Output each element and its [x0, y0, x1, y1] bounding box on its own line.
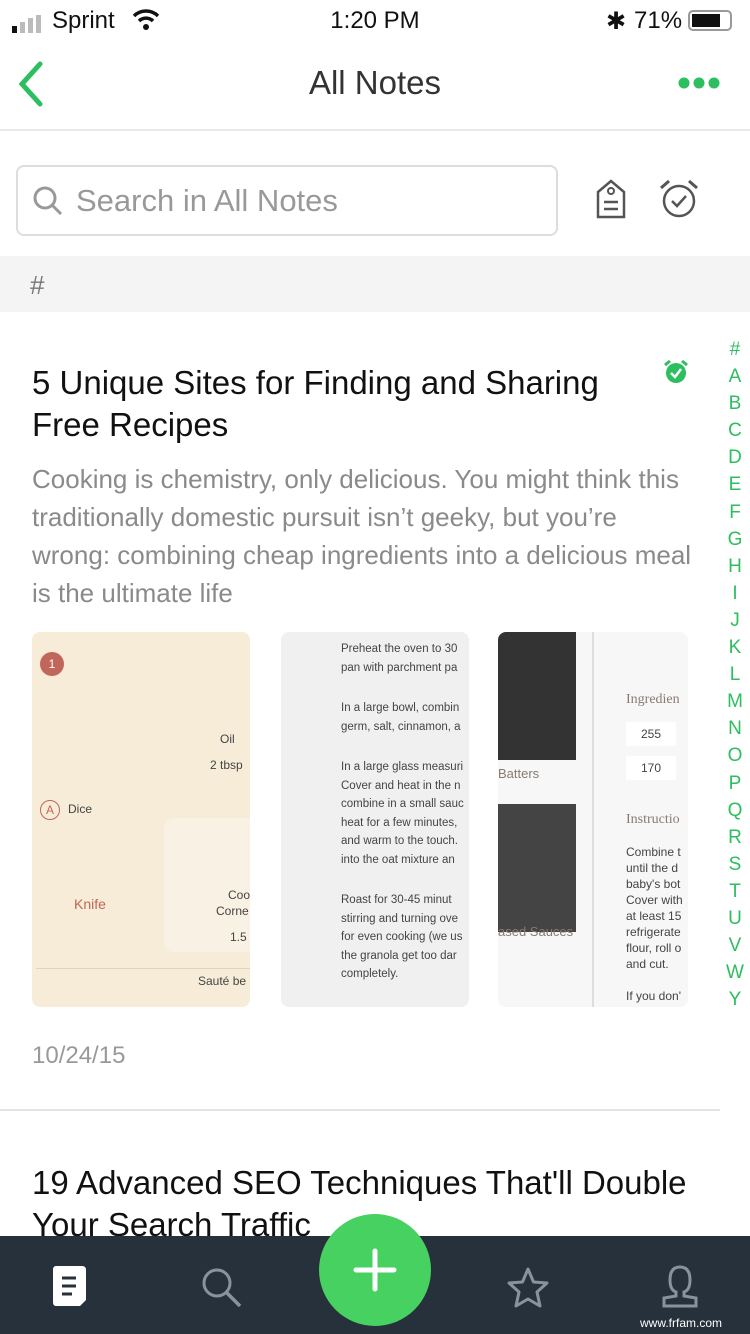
thumb-label: Knife	[74, 896, 106, 912]
thumb-label: Dice	[68, 802, 93, 816]
reminder-alarm-icon	[664, 359, 688, 383]
more-options-button[interactable]	[678, 76, 720, 95]
thumb-text-line: stirring and turning ove	[341, 912, 458, 925]
index-letter[interactable]: V	[722, 932, 748, 959]
thumb-text-line: combine in a small sauc	[341, 798, 464, 810]
thumb-text-line: pan with parchment pa	[341, 661, 458, 674]
thumb-text-line: Cover with	[626, 893, 683, 907]
plus-icon	[353, 1248, 397, 1292]
search-input[interactable]: Search in All Notes	[16, 165, 558, 236]
index-letter[interactable]: N	[722, 715, 748, 742]
note-preview: Cooking is chemistry, only delicious. Yo…	[32, 464, 692, 608]
index-letter[interactable]: W	[722, 959, 748, 986]
index-letter[interactable]: B	[722, 390, 748, 417]
note-date: 10/24/15	[32, 1042, 126, 1069]
thumb-label: Corne	[216, 904, 249, 918]
index-letter[interactable]: T	[722, 878, 748, 905]
thumb-label: Instructio	[626, 812, 680, 827]
thumb-text-line: the granola get too dar	[341, 949, 457, 962]
thumb-text-line: and cut.	[626, 957, 669, 971]
index-letter[interactable]: G	[722, 526, 748, 553]
new-note-button[interactable]	[319, 1214, 431, 1326]
battery-percent: 71%	[634, 7, 683, 34]
index-letter[interactable]: L	[722, 661, 748, 688]
thumb-text-line: In a large bowl, combin	[341, 702, 460, 714]
thumb-text-line: until the d	[626, 861, 679, 875]
thumb-text-line: germ, salt, cinnamon, a	[341, 720, 461, 733]
search-icon	[33, 186, 63, 216]
note-thumbnail-3[interactable]: Batters ased Sauces Ingredien 255 170 In…	[498, 632, 688, 1007]
index-letter[interactable]: #	[722, 336, 748, 363]
section-header: #	[0, 256, 750, 312]
note-thumbnail-1[interactable]: 1 Oil 2 tbsp A Dice Knife Coo Corne 1.5 …	[32, 632, 250, 1007]
thumb-label: 2 tbsp	[210, 758, 243, 772]
thumb-label: 170	[626, 756, 676, 780]
note-thumbnail-2[interactable]: Preheat the oven to 30 pan with parchment…	[281, 632, 469, 1007]
thumb-text-line: baby's bot	[626, 877, 681, 891]
thumb-label: Ingredien	[626, 692, 680, 707]
index-letter[interactable]: U	[722, 905, 748, 932]
thumb-text-line: refrigerate	[626, 925, 681, 939]
thumb-text-line: flour, roll o	[626, 941, 682, 955]
index-letter[interactable]: S	[722, 851, 748, 878]
index-letter[interactable]: E	[722, 471, 748, 498]
thumb-label: Coo	[228, 888, 250, 902]
index-letter[interactable]: Y	[722, 986, 748, 1013]
thumb-label: 1.5	[230, 930, 247, 944]
status-bar: Sprint 1:20 PM ✱ 71%	[0, 0, 750, 40]
thumb-text-line: Combine t	[626, 845, 681, 859]
index-letter[interactable]: D	[722, 444, 748, 471]
thumb-text-line: for even cooking (we us	[341, 931, 463, 943]
thumb-text-line: heat for a few minutes,	[341, 816, 458, 829]
index-letter[interactable]: Q	[722, 797, 748, 824]
thumb-text-line: at least 15	[626, 909, 682, 923]
index-letter[interactable]: P	[722, 770, 748, 797]
index-letter[interactable]: K	[722, 634, 748, 661]
nav-bar: All Notes	[0, 40, 750, 131]
index-letter[interactable]: I	[722, 580, 748, 607]
thumb-text-line: Preheat the oven to 30	[341, 643, 458, 655]
thumb-text-line: In a large glass measuri	[341, 761, 464, 773]
thumb-text-line: Roast for 30-45 minut	[341, 894, 452, 906]
thumb-text-line: into the oat mixture an	[341, 853, 455, 866]
reminder-filter-button[interactable]	[658, 178, 700, 220]
thumb-label: Batters	[498, 766, 540, 781]
tab-account[interactable]	[660, 1264, 700, 1310]
thumb-label: Sauté be	[198, 974, 247, 988]
index-letter[interactable]: R	[722, 824, 748, 851]
bluetooth-icon: ✱	[606, 8, 627, 35]
note-title[interactable]: 5 Unique Sites for Finding and Sharing F…	[32, 362, 672, 446]
index-letter[interactable]: H	[722, 553, 748, 580]
watermark: www.frfam.com	[640, 1316, 723, 1330]
tag-filter-button[interactable]	[594, 178, 628, 220]
index-letter[interactable]: F	[722, 499, 748, 526]
tab-search[interactable]	[200, 1266, 244, 1310]
index-letter[interactable]: C	[722, 417, 748, 444]
index-letter[interactable]: J	[722, 607, 748, 634]
thumb-text-line: completely.	[341, 968, 399, 980]
alphabet-index[interactable]: # A B C D E F G H I J K L M N O P Q R S T U V W Y	[722, 336, 748, 1013]
index-letter[interactable]: A	[722, 363, 748, 390]
step-badge: 1	[40, 652, 64, 676]
index-letter[interactable]: O	[722, 742, 748, 769]
divider	[0, 1109, 720, 1111]
thumb-label: A	[40, 800, 60, 820]
index-letter[interactable]: M	[722, 688, 748, 715]
tab-notes[interactable]	[52, 1264, 90, 1310]
thumb-label: Oil	[220, 732, 235, 746]
thumb-text-line: If you don'	[626, 989, 681, 1003]
thumb-label: ased Sauces	[498, 924, 574, 939]
thumb-text-line: and warm to the touch.	[341, 835, 458, 847]
search-placeholder: Search in All Notes	[76, 183, 338, 218]
thumb-label: 255	[626, 722, 676, 746]
page-title: All Notes	[308, 64, 442, 101]
tab-shortcuts-star[interactable]	[506, 1266, 550, 1310]
thumb-text-line: Cover and heat in the n	[341, 779, 461, 792]
battery-icon	[688, 10, 732, 31]
